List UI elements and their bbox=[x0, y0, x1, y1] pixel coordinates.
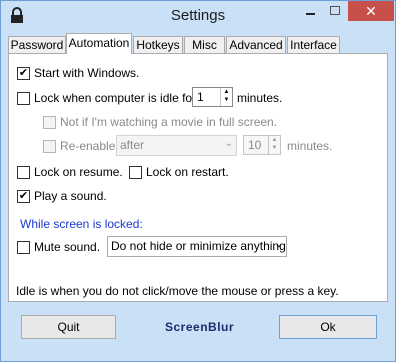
while-locked-heading: While screen is locked: bbox=[20, 217, 143, 231]
play-sound-label: Play a sound. bbox=[34, 189, 107, 203]
check-icon: ✔ bbox=[18, 190, 29, 202]
lock-on-restart-label: Lock on restart. bbox=[146, 165, 229, 179]
reenable-minutes-stepper[interactable]: 10 ▲ ▼ bbox=[243, 135, 281, 155]
tab-automation[interactable]: Automation bbox=[66, 33, 132, 54]
mute-sound-label: Mute sound. bbox=[34, 240, 101, 254]
lock-when-idle-label: Lock when computer is idle for bbox=[34, 91, 197, 105]
lock-when-idle-checkbox[interactable] bbox=[17, 92, 30, 105]
hide-mode-select[interactable]: Do not hide or minimize anything ⌄ bbox=[107, 236, 287, 257]
lock-on-resume-label: Lock on resume. bbox=[34, 165, 123, 179]
reenable-minutes-unit: minutes. bbox=[287, 139, 333, 153]
tab-password[interactable]: Password bbox=[8, 36, 66, 53]
tab-misc[interactable]: Misc bbox=[184, 36, 225, 53]
ok-button[interactable]: Ok bbox=[279, 315, 377, 339]
arrow-up-icon[interactable]: ▲ bbox=[221, 88, 232, 96]
chevron-down-icon: ⌄ bbox=[224, 138, 233, 149]
footer-bar: Quit ScreenBlur Ok bbox=[8, 302, 386, 353]
idle-minutes-value: 1 bbox=[197, 90, 204, 104]
automation-panel: ✔ Start with Windows. Lock when computer… bbox=[8, 53, 388, 302]
reenable-label: Re-enable bbox=[60, 139, 116, 153]
hide-mode-value: Do not hide or minimize anything bbox=[111, 239, 286, 253]
maximize-icon bbox=[330, 6, 340, 15]
tab-hotkeys[interactable]: Hotkeys bbox=[133, 36, 183, 53]
mute-sound-checkbox[interactable] bbox=[17, 241, 30, 254]
tab-advanced[interactable]: Advanced bbox=[226, 36, 286, 53]
idle-minutes-spin-buttons[interactable]: ▲ ▼ bbox=[220, 88, 232, 106]
close-button[interactable]: ✕ bbox=[348, 1, 394, 21]
start-with-windows-label: Start with Windows. bbox=[34, 66, 140, 80]
arrow-down-icon[interactable]: ▼ bbox=[269, 144, 280, 152]
tab-interface[interactable]: Interface bbox=[287, 36, 340, 53]
start-with-windows-checkbox[interactable]: ✔ bbox=[17, 67, 30, 80]
title-bar: Settings ✕ bbox=[1, 1, 395, 32]
chevron-down-icon: ⌄ bbox=[274, 239, 283, 250]
reenable-mode-value: after bbox=[120, 138, 145, 152]
reenable-minutes-spin-buttons[interactable]: ▲ ▼ bbox=[268, 136, 280, 154]
idle-minutes-stepper[interactable]: 1 ▲ ▼ bbox=[192, 87, 233, 107]
arrow-down-icon[interactable]: ▼ bbox=[221, 96, 232, 104]
settings-window: Settings ✕ Password Automation Hotkeys M… bbox=[0, 0, 396, 362]
play-sound-checkbox[interactable]: ✔ bbox=[17, 190, 30, 203]
minimize-icon bbox=[306, 13, 315, 15]
not-if-movie-checkbox[interactable] bbox=[43, 116, 56, 129]
not-if-movie-label: Not if I'm watching a movie in full scre… bbox=[60, 115, 278, 129]
maximize-button[interactable] bbox=[323, 1, 347, 21]
reenable-mode-select[interactable]: after ⌄ bbox=[116, 135, 237, 156]
reenable-checkbox[interactable] bbox=[43, 140, 56, 153]
reenable-minutes-value: 10 bbox=[248, 138, 262, 152]
close-icon: ✕ bbox=[365, 3, 377, 19]
lock-on-restart-checkbox[interactable] bbox=[129, 166, 142, 179]
quit-button[interactable]: Quit bbox=[21, 315, 116, 339]
brand-label: ScreenBlur bbox=[165, 320, 235, 334]
check-icon: ✔ bbox=[18, 67, 29, 79]
arrow-up-icon[interactable]: ▲ bbox=[269, 136, 280, 144]
idle-explanation-text: Idle is when you do not click/move the m… bbox=[16, 284, 339, 298]
minimize-button[interactable] bbox=[297, 1, 323, 21]
idle-minutes-unit: minutes. bbox=[237, 91, 283, 105]
lock-on-resume-checkbox[interactable] bbox=[17, 166, 30, 179]
